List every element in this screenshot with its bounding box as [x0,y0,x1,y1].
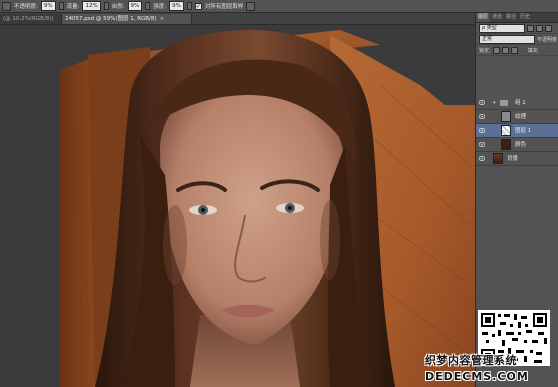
tab-channels[interactable]: 通道 [490,13,504,22]
layer-name: 图层 1 [515,128,532,134]
layer-name: 颜色 [515,142,527,148]
vibrance-dropdown[interactable] [145,2,151,10]
lock-all-icon[interactable] [510,46,518,54]
eye-icon[interactable] [479,100,485,105]
layer-layer-1[interactable]: 图层 1 [476,124,558,138]
layer-thumbnail [493,153,503,164]
blend-mode-select[interactable]: 正常 [479,34,535,44]
document-tab-bar: (@ 10.2%(RGB/8)) 24057.psd @ 59%(图层 1, R… [0,13,475,25]
layer-group-1[interactable]: ▾ 组 1 [476,96,558,110]
layer-thumbnail [501,139,511,150]
blend-row: 正常 不透明度 [476,34,558,45]
sample-all-layers-checkbox[interactable]: ✓ [194,2,202,10]
strength-label: 强度: [153,4,167,10]
tab-layers[interactable]: 图层 [476,13,491,22]
eye-icon[interactable] [479,156,485,161]
panel-tabs: 图层 通道 路径 历史 [476,13,558,23]
layer-name: 背景 [507,156,519,162]
layer-name: 组 1 [515,100,526,106]
opacity-label: 不透明度 [537,36,558,43]
filter-pixel-icon[interactable] [527,24,534,32]
folder-icon [500,100,508,106]
pressure-icon[interactable] [246,1,256,11]
watermark-line-1: 织梦内容管理系统 [425,354,517,367]
filter-adjust-icon[interactable] [536,24,543,32]
strength-field[interactable]: 9% [169,1,184,11]
lock-pixels-icon[interactable] [492,46,500,54]
tab-history[interactable]: 历史 [518,13,532,22]
flow-label: 流量: [66,4,80,10]
options-bar: 不透明度: 9% 流量: 12% 自然: 9% 强度: 9% ✓ 对所有图层取样 [0,0,558,13]
brush-preset-icon[interactable] [2,1,11,11]
filter-row: ρ 类型 [476,23,558,34]
layer-filter-select[interactable]: ρ 类型 [479,23,525,33]
vibrance-label: 自然: [111,4,125,10]
layer-background[interactable]: 背景 [476,152,558,166]
flow-dropdown[interactable] [103,2,109,10]
opacity-label: 不透明度: [14,4,38,10]
tab-paths[interactable]: 路径 [504,13,518,22]
layer-thumbnail [501,111,511,122]
watermark-line-2: DEDECMS.COM [425,370,529,383]
eye-icon[interactable] [479,128,485,133]
lock-position-icon[interactable] [501,46,509,54]
tab-document-1[interactable]: (@ 10.2%(RGB/8)) [0,14,62,24]
tab-label: (@ 10.2%(RGB/8)) [3,16,54,22]
flow-field[interactable]: 12% [82,1,101,11]
layer-color[interactable]: 颜色 [476,138,558,152]
layer-texture[interactable]: 纹理 [476,110,558,124]
site-watermark: 织梦内容管理系统 DEDECMS.COM [421,352,558,387]
strength-dropdown[interactable] [186,2,192,10]
canvas-area[interactable] [0,25,475,387]
close-icon[interactable]: × [160,16,165,22]
sample-all-layers-label: 对所有图层取样 [204,4,244,10]
eye-icon[interactable] [479,142,485,147]
layer-thumbnail [501,125,511,136]
disclosure-triangle-icon[interactable]: ▾ [493,100,496,106]
lock-label: 锁定: [479,47,491,54]
layer-name: 纹理 [515,114,527,120]
fill-label: 填充 [527,47,538,54]
photo-woman-with-wood-box [0,25,475,387]
vibrance-field[interactable]: 9% [127,1,143,11]
filter-type-icon[interactable] [545,24,552,32]
tab-label: 24057.psd @ 59%(图层 1, RGB/8) [65,16,157,22]
opacity-dropdown[interactable] [58,2,64,10]
eye-icon[interactable] [479,114,485,119]
opacity-field[interactable]: 9% [40,1,56,11]
lock-row: 锁定: 填充 [476,45,558,56]
tab-document-2[interactable]: 24057.psd @ 59%(图层 1, RGB/8) × [62,14,192,24]
